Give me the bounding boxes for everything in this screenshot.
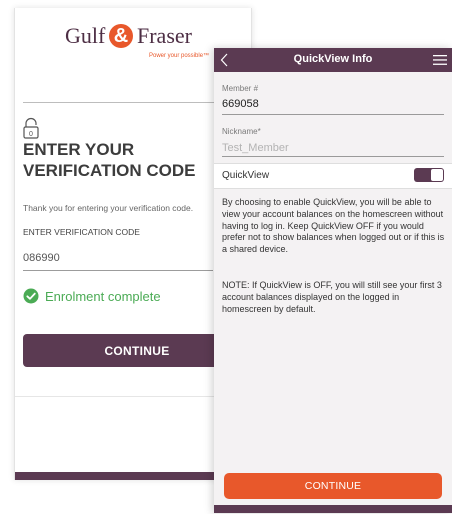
logo-word-fraser: Fraser xyxy=(137,23,192,48)
quickview-toggle-label: QuickView xyxy=(222,170,270,181)
verification-code-underline xyxy=(23,270,213,271)
quickview-toggle-row: QuickView xyxy=(214,163,452,189)
svg-text:0: 0 xyxy=(29,131,33,138)
member-number-underline xyxy=(222,114,444,115)
quickview-description: By choosing to enable QuickView, you wil… xyxy=(222,197,445,255)
logo-tagline: Power your possible™ xyxy=(149,53,210,59)
member-number-label: Member # xyxy=(222,84,259,93)
header-divider xyxy=(23,102,231,103)
page-title: QuickView Info xyxy=(293,53,373,65)
verification-code-input[interactable]: 086990 xyxy=(23,252,60,264)
bottom-bar xyxy=(214,505,452,513)
nickname-label: Nickname* xyxy=(222,127,261,136)
toggle-knob xyxy=(431,169,443,181)
member-number-value: 669058 xyxy=(222,98,259,110)
continue-button[interactable]: CONTINUE xyxy=(23,334,233,367)
logo-word-gulf: Gulf xyxy=(65,23,106,48)
verification-code-label: ENTER VERIFICATION CODE xyxy=(23,227,140,237)
quickview-toggle[interactable] xyxy=(414,168,444,182)
enrolment-status: Enrolment complete xyxy=(45,289,161,304)
nickname-underline xyxy=(222,156,444,157)
quickview-note: NOTE: If QuickView is OFF, you will stil… xyxy=(222,280,442,314)
quickview-info-screen: QuickView Info Member # 669058 Nickname*… xyxy=(214,48,452,513)
nav-bar: QuickView Info xyxy=(214,48,452,72)
thanks-message: Thank you for entering your verification… xyxy=(23,203,194,213)
hamburger-menu-icon[interactable] xyxy=(433,54,447,66)
check-circle-icon xyxy=(23,288,39,304)
lock-icon: 0 xyxy=(23,117,39,139)
nickname-input[interactable] xyxy=(222,140,432,156)
quickview-continue-button[interactable]: CONTINUE xyxy=(224,473,442,499)
logo-ampersand-icon: & xyxy=(109,24,133,48)
